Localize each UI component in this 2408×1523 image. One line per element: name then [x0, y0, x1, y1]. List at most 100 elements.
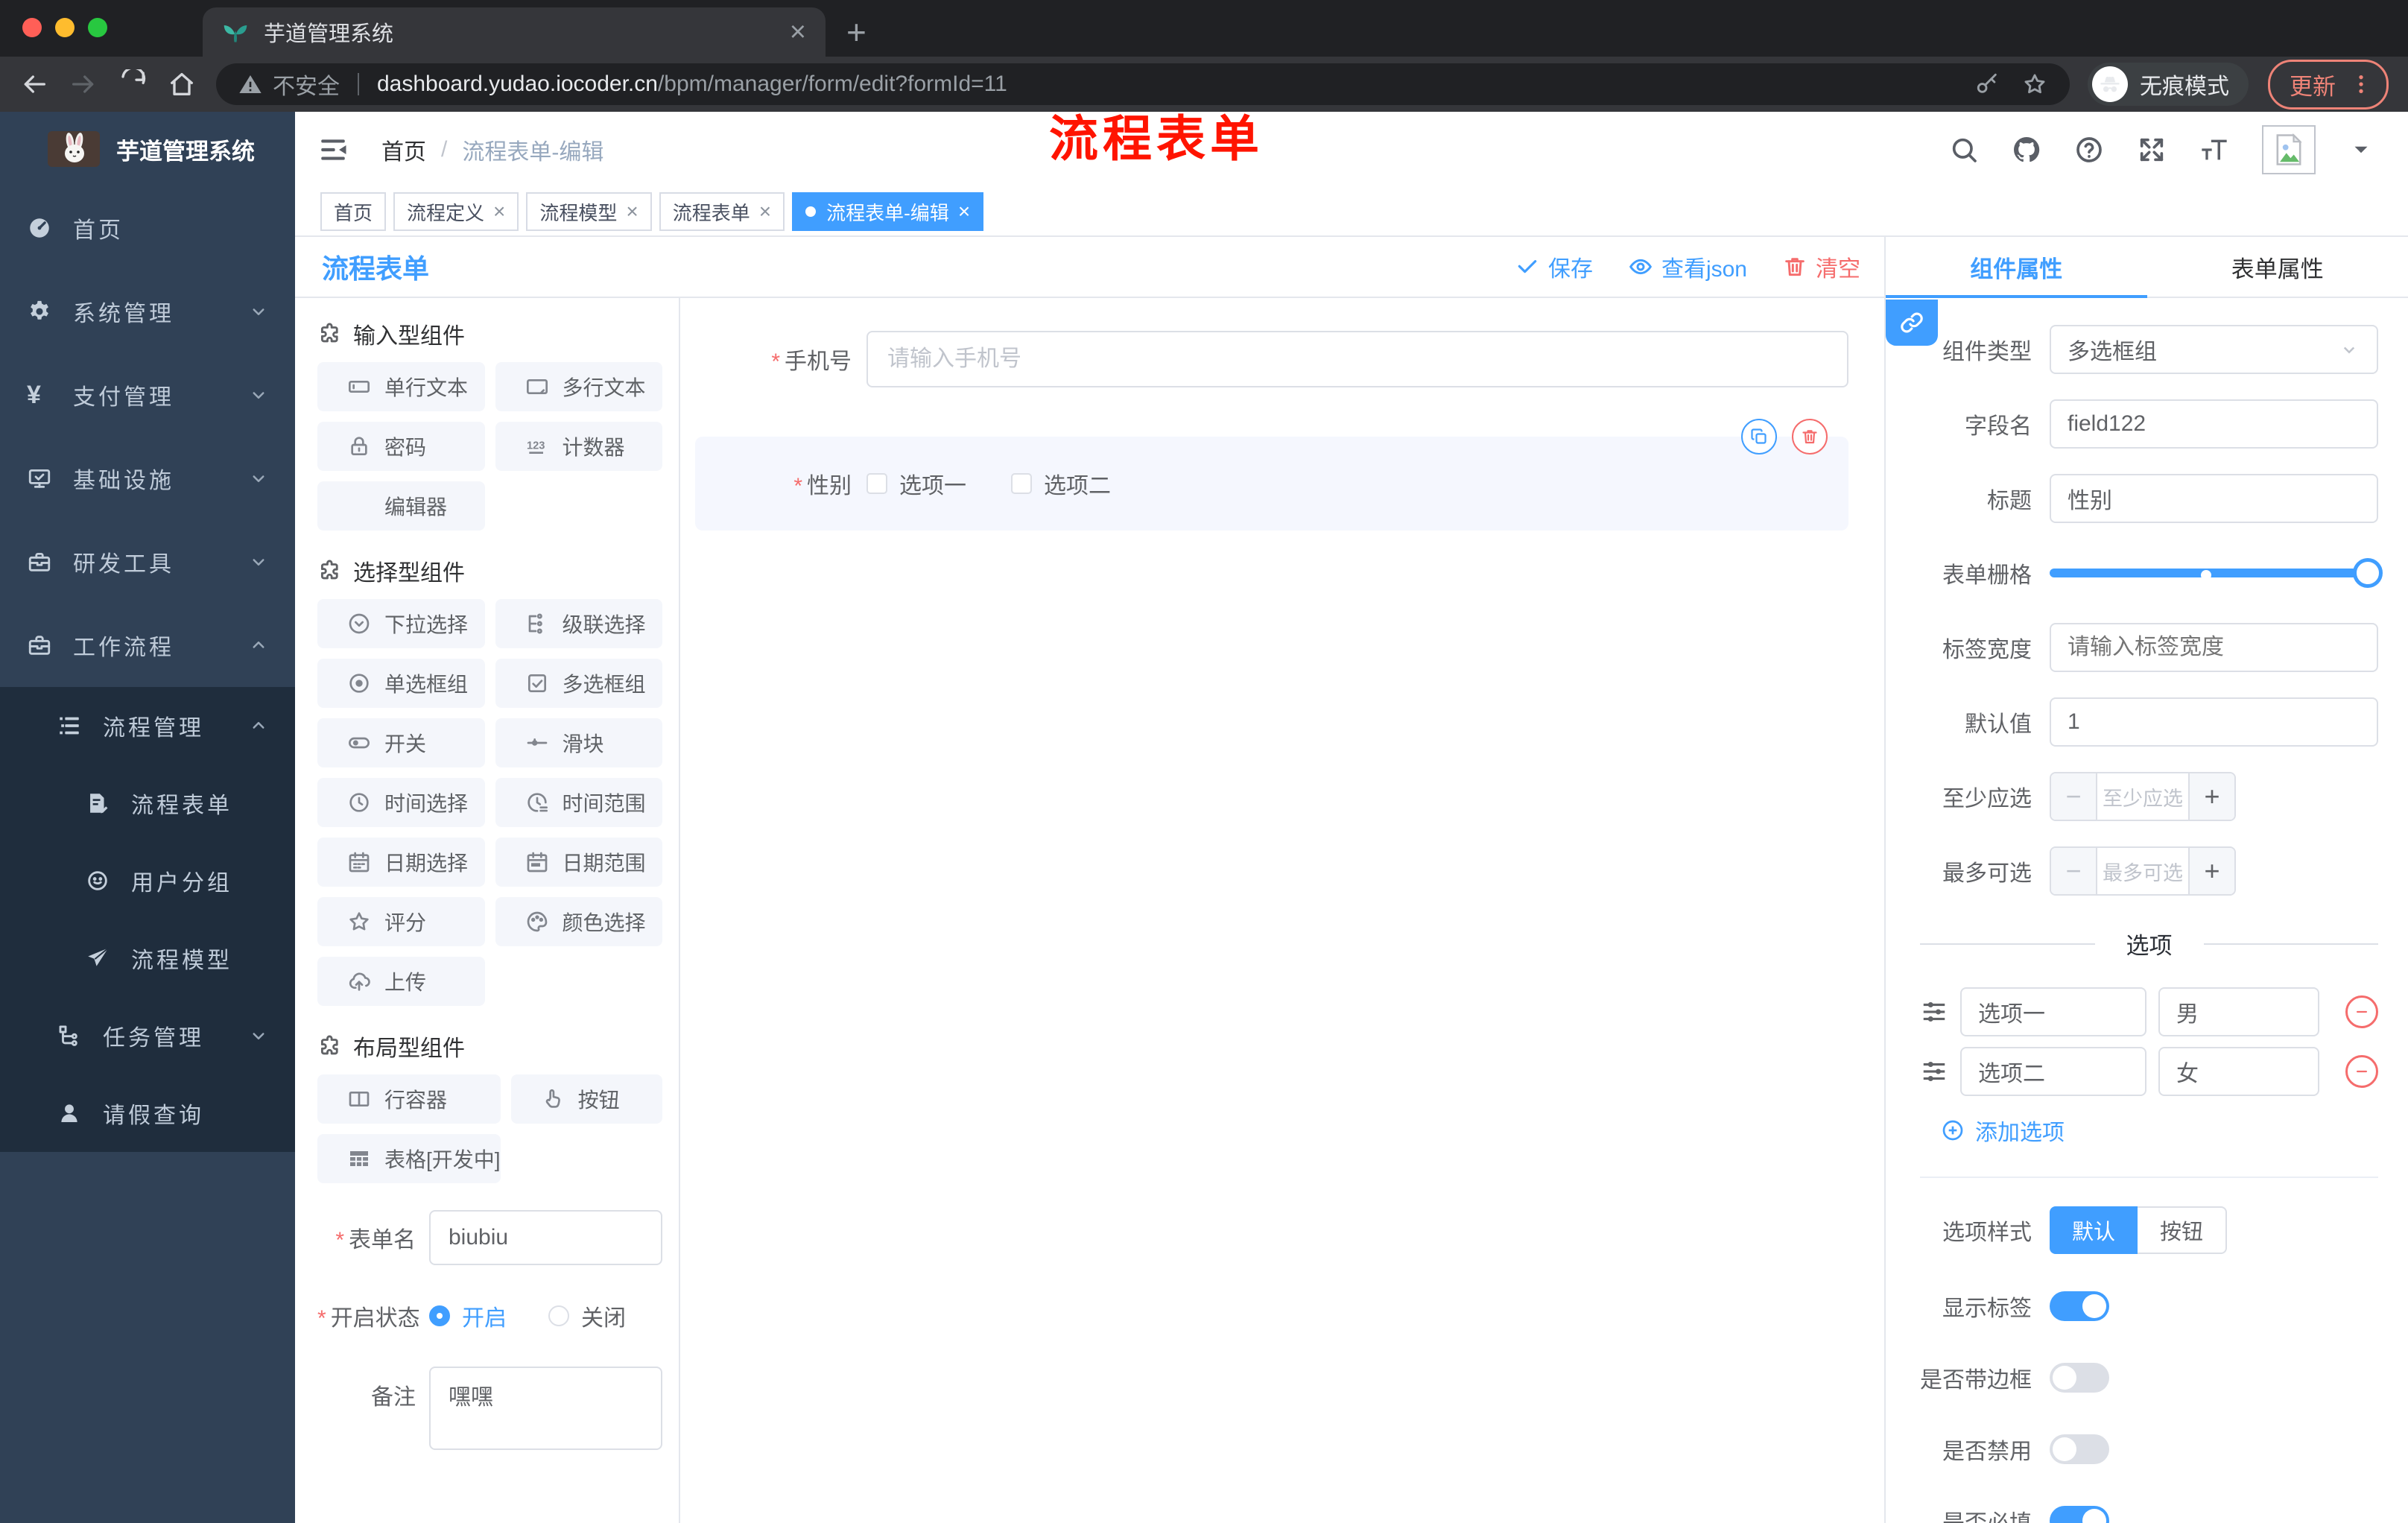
label-width-input[interactable]: [2050, 623, 2378, 672]
add-option-button[interactable]: 添加选项: [1941, 1114, 2378, 1147]
update-button[interactable]: 更新: [2268, 59, 2389, 110]
window-zoom-button[interactable]: [88, 18, 107, 37]
tag-home[interactable]: 首页: [320, 192, 387, 231]
sidebar-item-leave-query[interactable]: 请假查询: [0, 1074, 295, 1152]
component-item-table-dev[interactable]: 表格[开发中]: [317, 1134, 501, 1183]
view-json-button[interactable]: 查看json: [1629, 250, 1747, 283]
new-tab-button[interactable]: +: [846, 15, 866, 49]
status-off-radio[interactable]: 关闭: [548, 1299, 626, 1332]
component-item-date-picker[interactable]: 日期选择: [317, 838, 485, 887]
sidebar-item-infrastructure[interactable]: 基础设施: [0, 437, 295, 520]
remark-textarea[interactable]: 嘿嘿: [429, 1367, 662, 1450]
component-item-counter[interactable]: 123 计数器: [495, 422, 662, 471]
tab-component-props[interactable]: 组件属性: [1886, 237, 2147, 297]
sidebar-logo[interactable]: 芋道管理系统: [0, 112, 295, 186]
component-item-switch[interactable]: 开关: [317, 718, 485, 767]
component-item-upload[interactable]: 上传: [317, 957, 485, 1006]
save-button[interactable]: 保存: [1515, 250, 1593, 283]
option-value-input[interactable]: [2158, 1047, 2319, 1096]
tag-process-definition[interactable]: 流程定义 ×: [393, 192, 519, 231]
drag-handle-icon[interactable]: [1920, 1057, 1948, 1086]
component-item-time-range[interactable]: 时间范围: [495, 778, 662, 827]
component-item-slider[interactable]: 滑块: [495, 718, 662, 767]
address-bar[interactable]: 不安全 dashboard.yudao.iocoder.cn /bpm/mana…: [216, 63, 2070, 105]
stepper-minus-button[interactable]: −: [2051, 848, 2097, 894]
slider-handle[interactable]: [2353, 558, 2383, 588]
tab-form-props[interactable]: 表单属性: [2147, 237, 2408, 297]
selected-component[interactable]: * 性别 选项一 选项二: [695, 419, 1848, 531]
drag-handle-icon[interactable]: [1920, 998, 1948, 1026]
remove-option-button[interactable]: [2345, 995, 2378, 1028]
style-default-button[interactable]: 默认: [2050, 1206, 2138, 1254]
sidebar-item-user-group[interactable]: 用户分组: [0, 842, 295, 919]
min-select-placeholder[interactable]: 至少应选: [2097, 773, 2188, 820]
font-size-icon[interactable]: [2199, 135, 2229, 165]
component-item-checkbox-group[interactable]: 多选框组: [495, 659, 662, 708]
component-item-button[interactable]: 按钮: [510, 1074, 662, 1124]
phone-input[interactable]: [866, 331, 1848, 387]
component-item-dropdown[interactable]: 下拉选择: [317, 599, 485, 648]
tag-close-icon[interactable]: ×: [493, 200, 505, 224]
tag-process-model[interactable]: 流程模型 ×: [526, 192, 652, 231]
default-value-input[interactable]: [2050, 697, 2378, 747]
back-icon[interactable]: [19, 69, 49, 99]
style-button-button[interactable]: 按钮: [2138, 1206, 2228, 1254]
avatar[interactable]: [2262, 125, 2316, 174]
tag-close-icon[interactable]: ×: [759, 200, 771, 224]
sidebar-item-task-mgmt[interactable]: 任务管理: [0, 997, 295, 1074]
reload-icon[interactable]: [118, 69, 148, 99]
search-icon[interactable]: [1949, 135, 1979, 165]
toggle-disabled[interactable]: [2050, 1434, 2109, 1464]
option-label-input[interactable]: [1960, 987, 2146, 1036]
tag-close-icon[interactable]: ×: [626, 200, 638, 224]
home-icon[interactable]: [167, 69, 197, 99]
component-item-password[interactable]: 密码: [317, 422, 485, 471]
tag-process-form-edit[interactable]: 流程表单-编辑 ×: [792, 192, 984, 231]
sidebar-collapse-icon[interactable]: [317, 134, 349, 165]
tab-close-icon[interactable]: ×: [790, 18, 806, 46]
forward-icon[interactable]: [69, 69, 98, 99]
kebab-menu-icon[interactable]: [2349, 72, 2373, 96]
breadcrumb-home[interactable]: 首页: [381, 133, 426, 166]
bookmark-star-icon[interactable]: [2022, 72, 2047, 97]
component-item-single-line-text[interactable]: 单行文本: [317, 362, 485, 411]
field-name-input[interactable]: [2050, 399, 2378, 449]
component-item-row-container[interactable]: 行容器: [317, 1074, 501, 1124]
component-item-color-picker[interactable]: 颜色选择: [495, 897, 662, 946]
stepper-minus-button[interactable]: −: [2051, 773, 2097, 820]
sidebar-item-process-mgmt[interactable]: 流程管理: [0, 687, 295, 764]
component-item-radio-group[interactable]: 单选框组: [317, 659, 485, 708]
sidebar-item-system-mgmt[interactable]: 系统管理: [0, 270, 295, 353]
password-key-icon[interactable]: [1974, 72, 2000, 97]
form-grid-slider[interactable]: [2050, 548, 2383, 598]
security-label[interactable]: 不安全: [273, 68, 340, 101]
toggle-show-label[interactable]: [2050, 1291, 2109, 1321]
option-label-input[interactable]: [1960, 1047, 2146, 1096]
window-minimize-button[interactable]: [55, 18, 75, 37]
sidebar-item-workflow[interactable]: 工作流程: [0, 604, 295, 687]
status-on-radio[interactable]: 开启: [429, 1299, 507, 1332]
delete-component-button[interactable]: [1792, 419, 1828, 455]
help-icon[interactable]: [2074, 135, 2104, 165]
remove-option-button[interactable]: [2345, 1055, 2378, 1088]
component-type-select[interactable]: 多选框组: [2050, 325, 2378, 374]
toggle-with-border[interactable]: [2050, 1363, 2109, 1393]
stepper-plus-button[interactable]: +: [2188, 773, 2234, 820]
option-value-input[interactable]: [2158, 987, 2319, 1036]
sidebar-item-home[interactable]: 首页: [0, 186, 295, 270]
component-item-rate[interactable]: 评分: [317, 897, 485, 946]
browser-tab[interactable]: 芋道管理系统 ×: [203, 7, 826, 57]
window-close-button[interactable]: [22, 18, 42, 37]
copy-component-button[interactable]: [1741, 419, 1777, 455]
tag-process-form[interactable]: 流程表单 ×: [659, 192, 785, 231]
gender-option-1-checkbox[interactable]: 选项一: [866, 467, 966, 500]
sidebar-item-payment-mgmt[interactable]: ¥ 支付管理: [0, 353, 295, 437]
component-item-time-picker[interactable]: 时间选择: [317, 778, 485, 827]
sidebar-item-dev-tools[interactable]: 研发工具: [0, 520, 295, 604]
max-select-placeholder[interactable]: 最多可选: [2097, 848, 2188, 894]
tag-close-icon[interactable]: ×: [958, 200, 970, 224]
gender-option-2-checkbox[interactable]: 选项二: [1011, 467, 1111, 500]
fullscreen-icon[interactable]: [2137, 135, 2167, 165]
component-item-editor[interactable]: 编辑器: [317, 481, 485, 531]
component-item-cascader[interactable]: 级联选择: [495, 599, 662, 648]
